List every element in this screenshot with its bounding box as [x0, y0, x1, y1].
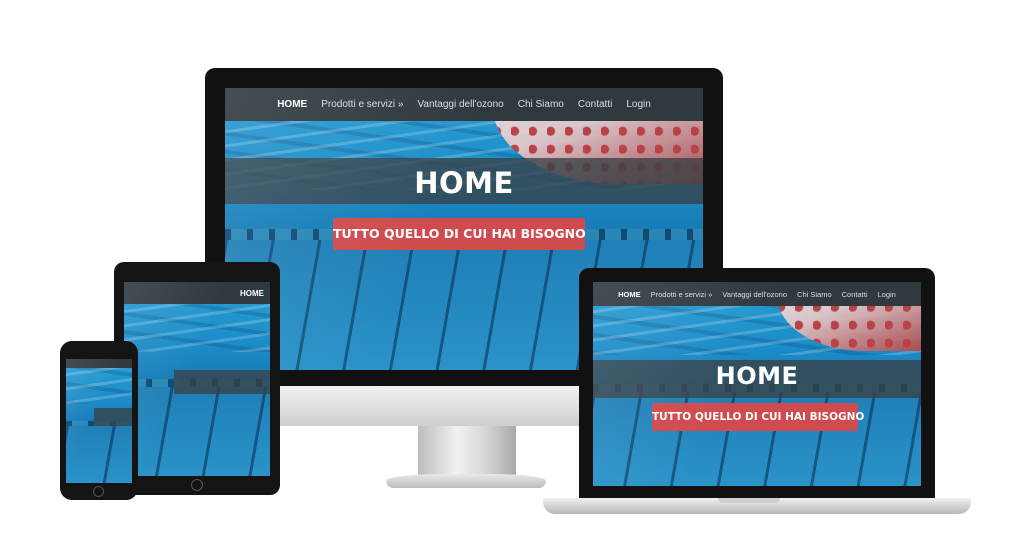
hero-title: HOME: [414, 166, 514, 200]
tablet-hero-band: [174, 370, 270, 394]
smartphone: [60, 341, 138, 500]
laptop-notch: [718, 498, 780, 503]
nav-contacts[interactable]: Contatti: [842, 290, 868, 299]
tablet-screen: HOME: [124, 282, 270, 476]
monitor-foot: [386, 474, 546, 488]
nav-login[interactable]: Login: [878, 290, 896, 299]
hero-title: HOME: [715, 362, 799, 390]
nav-products[interactable]: Prodotti e servizi »: [651, 290, 713, 299]
nav-home[interactable]: HOME: [277, 99, 307, 110]
nav-contacts[interactable]: Contatti: [578, 99, 612, 110]
phone-home-button: [93, 486, 104, 497]
nav-login[interactable]: Login: [626, 99, 650, 110]
nav-about[interactable]: Chi Siamo: [518, 99, 564, 110]
monitor-stand: [418, 426, 516, 478]
phone-screen: [66, 359, 132, 483]
tablet: HOME: [114, 262, 280, 495]
hero-cta-button[interactable]: TUTTO QUELLO DI CUI HAI BISOGNO: [333, 218, 586, 250]
phone-hero-band: [94, 408, 132, 426]
nav-home[interactable]: HOME: [618, 290, 641, 299]
laptop-screen: HOME Prodotti e servizi » Vantaggi dell'…: [593, 282, 921, 486]
tablet-navbar: HOME: [124, 282, 270, 304]
tablet-home-button: [191, 479, 203, 491]
desktop-navbar: HOME Prodotti e servizi » Vantaggi dell'…: [225, 88, 703, 121]
nav-advantages[interactable]: Vantaggi dell'ozono: [722, 290, 787, 299]
laptop-navbar: HOME Prodotti e servizi » Vantaggi dell'…: [593, 282, 921, 306]
hero-cta-button[interactable]: TUTTO QUELLO DI CUI HAI BISOGNO: [652, 403, 864, 431]
tablet-nav-home[interactable]: HOME: [240, 289, 264, 298]
phone-navbar: [66, 359, 132, 368]
nav-about[interactable]: Chi Siamo: [797, 290, 832, 299]
nav-products[interactable]: Prodotti e servizi »: [321, 99, 403, 110]
nav-advantages[interactable]: Vantaggi dell'ozono: [417, 99, 503, 110]
laptop: HOME Prodotti e servizi » Vantaggi dell'…: [579, 268, 935, 500]
